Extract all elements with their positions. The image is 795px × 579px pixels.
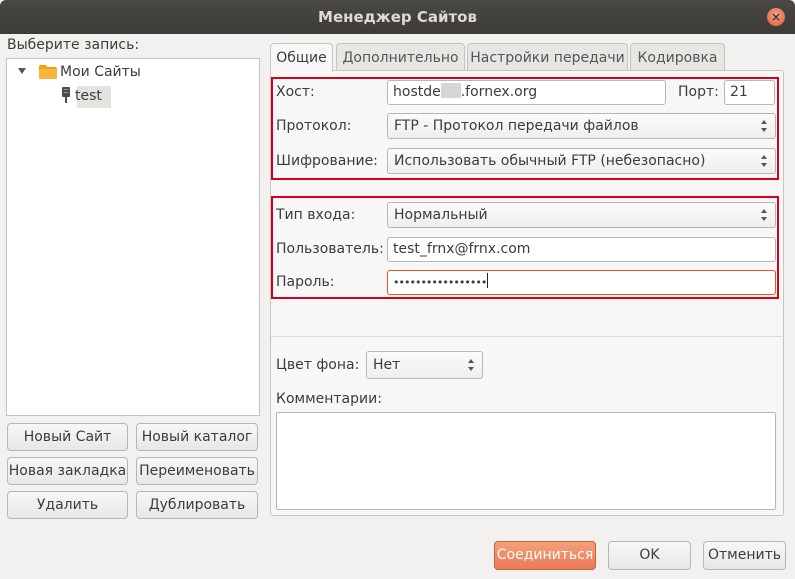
rename-button[interactable]: Переименовать: [136, 457, 258, 485]
tab-general[interactable]: Общие: [270, 43, 333, 72]
server-icon: [62, 87, 70, 103]
ok-button[interactable]: OK: [608, 541, 691, 570]
select-entry-label: Выберите запись:: [7, 37, 140, 53]
highlight-server-box: [271, 77, 779, 180]
tab-transfer-settings[interactable]: Настройки передачи: [467, 43, 628, 71]
new-site-button[interactable]: Новый Сайт: [7, 423, 128, 451]
folder-icon: [39, 65, 57, 79]
tab-advanced[interactable]: Дополнительно: [336, 43, 465, 71]
section-divider: [271, 336, 782, 337]
tab-charset[interactable]: Кодировка: [630, 43, 725, 71]
tree-item-my-sites[interactable]: Мои Сайты: [60, 61, 141, 83]
window-title: Менеджер Сайтов: [318, 8, 477, 26]
updown-arrows-icon: [468, 359, 476, 371]
bg-color-select[interactable]: Нет: [366, 351, 483, 379]
delete-button[interactable]: Удалить: [7, 491, 128, 519]
connect-button[interactable]: Соединиться: [494, 541, 596, 570]
close-icon[interactable]: ×: [767, 8, 785, 26]
comments-label: Комментарии:: [276, 391, 382, 407]
new-bookmark-button[interactable]: Новая закладка: [7, 457, 128, 485]
new-folder-button[interactable]: Новый каталог: [136, 423, 258, 451]
window-titlebar: Менеджер Сайтов ×: [0, 0, 795, 34]
site-tree[interactable]: Мои Сайты test: [6, 58, 260, 416]
cancel-button[interactable]: Отменить: [703, 541, 786, 570]
comments-textarea[interactable]: [276, 412, 776, 510]
bg-color-label: Цвет фона:: [276, 357, 360, 373]
duplicate-button[interactable]: Дублировать: [136, 491, 258, 519]
bg-color-value: Нет: [373, 357, 401, 373]
expander-arrow-icon[interactable]: [18, 68, 26, 74]
tree-item-test[interactable]: test: [75, 85, 102, 107]
highlight-logon-box: [271, 196, 779, 299]
